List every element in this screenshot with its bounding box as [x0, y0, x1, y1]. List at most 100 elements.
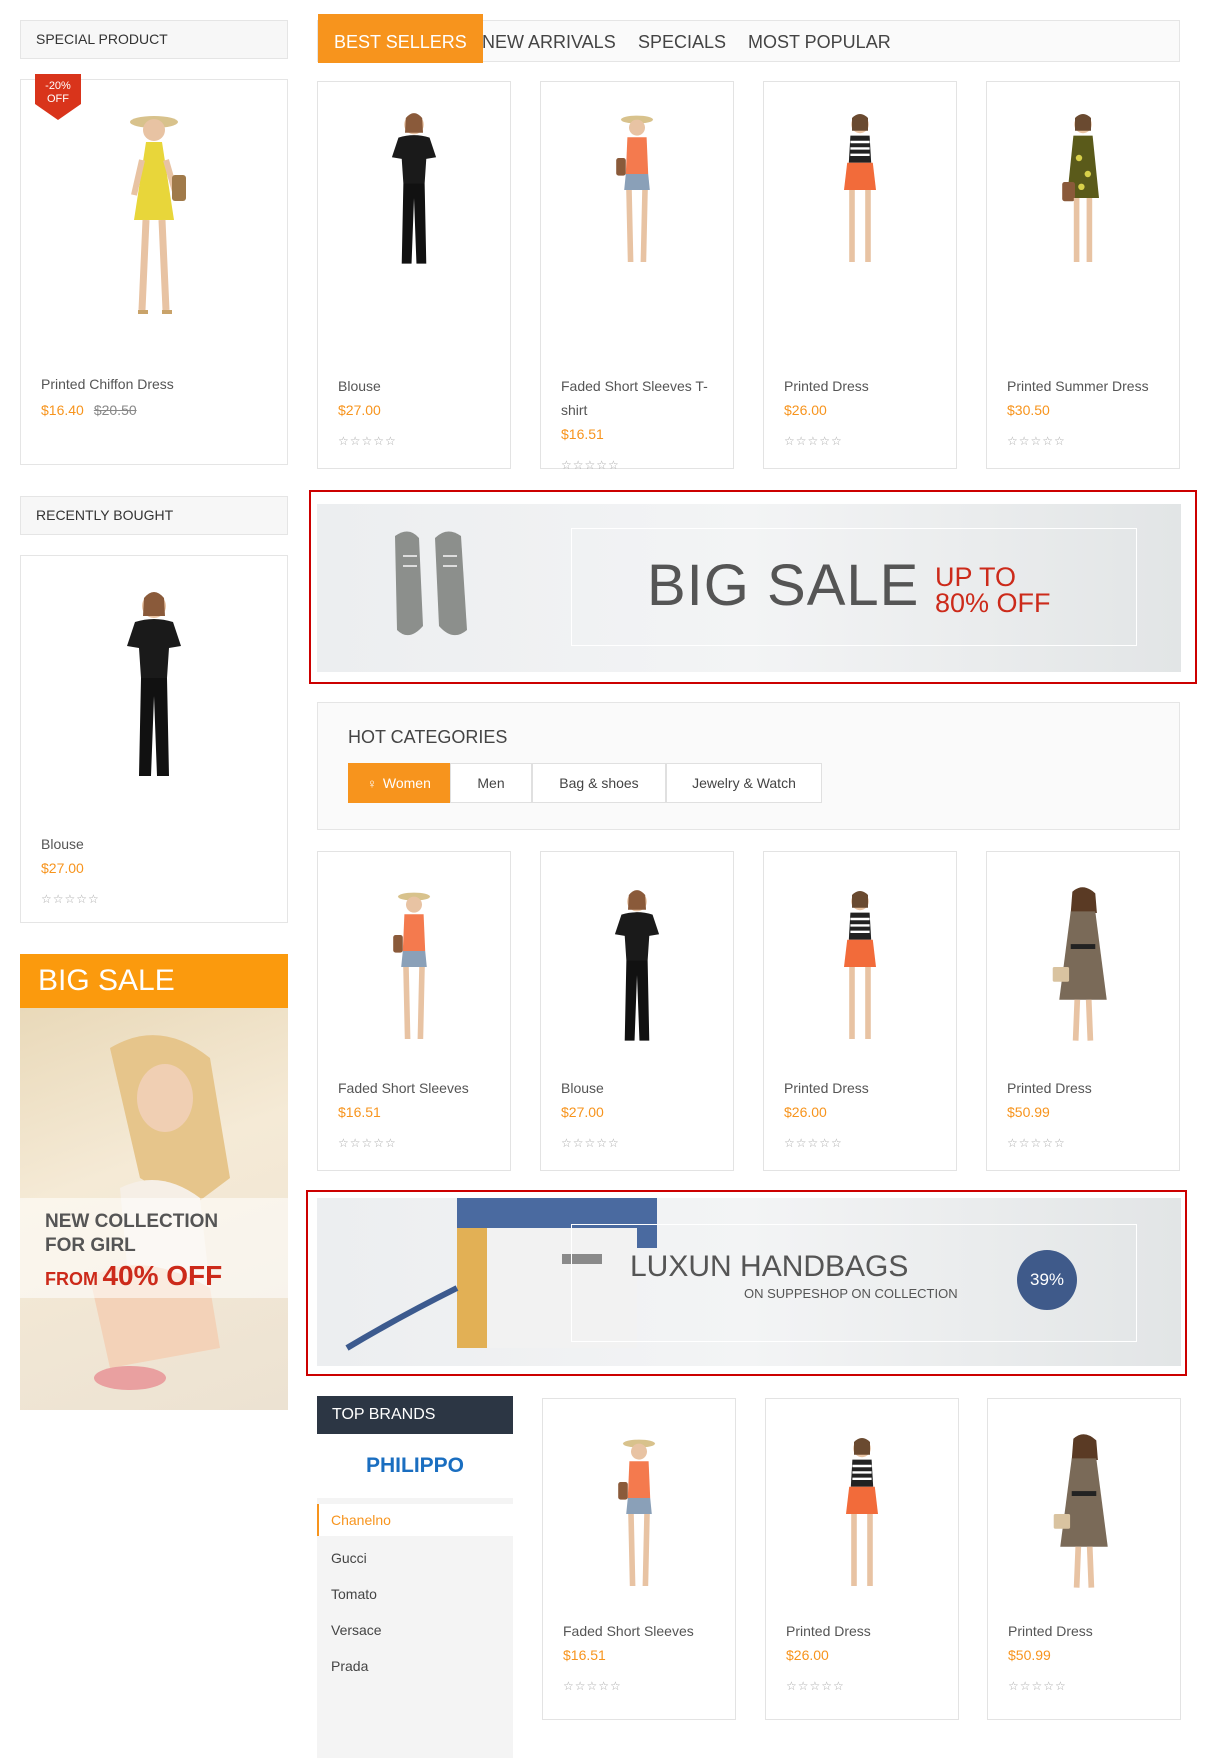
- product-card[interactable]: Faded Short Sleeves T-shirt $16.51 ☆☆☆☆☆: [540, 81, 734, 472]
- caption-line2: FOR GIRL: [45, 1235, 136, 1256]
- product-image[interactable]: [1043, 100, 1123, 285]
- caption-from: FROM: [45, 1269, 98, 1289]
- rating-stars: ☆☆☆☆☆: [786, 1679, 845, 1693]
- product-name[interactable]: Printed Dress: [784, 1076, 869, 1100]
- product-image[interactable]: [820, 100, 900, 285]
- product-name[interactable]: Printed Dress: [784, 374, 869, 398]
- product-card[interactable]: Faded Short Sleeves $16.51 ☆☆☆☆☆: [542, 1398, 736, 1720]
- category-women-label: Women: [382, 775, 431, 791]
- product-card[interactable]: Printed Dress $26.00 ☆☆☆☆☆: [763, 851, 957, 1171]
- product-name[interactable]: Printed Summer Dress: [1007, 374, 1149, 398]
- product-price: $30.50: [1007, 402, 1050, 418]
- top-brands-list: PHILIPPO Chanelno Gucci Tomato Versace P…: [317, 1434, 513, 1758]
- product-card[interactable]: Printed Dress $26.00 ☆☆☆☆☆: [763, 81, 957, 469]
- rating-stars: ☆☆☆☆☆: [338, 1136, 397, 1150]
- product-image[interactable]: [820, 882, 900, 1057]
- brand-item[interactable]: Versace: [331, 1622, 382, 1638]
- brand-item-label: Chanelno: [331, 1512, 391, 1528]
- rating-stars: ☆☆☆☆☆: [784, 1136, 843, 1150]
- recently-bought-card[interactable]: Blouse $27.00 ☆☆☆☆☆: [20, 555, 288, 923]
- product-image[interactable]: [99, 586, 209, 791]
- category-jewelry-watch[interactable]: Jewelry & Watch: [666, 763, 822, 803]
- dress-icon: ♀: [367, 776, 377, 791]
- brand-item-active[interactable]: Chanelno: [317, 1504, 513, 1536]
- tab-most-popular[interactable]: MOST POPULAR: [748, 21, 891, 63]
- banner-discount-line2: 80% OFF: [935, 588, 1051, 618]
- rating-stars: ☆☆☆☆☆: [1007, 434, 1066, 448]
- big-sale-banner[interactable]: NEW COLLECTION FOR GIRL FROM 40% OFF: [20, 1008, 288, 1410]
- tab-specials[interactable]: SPECIALS: [638, 21, 726, 63]
- category-men[interactable]: Men: [450, 763, 532, 803]
- product-card[interactable]: Blouse $27.00 ☆☆☆☆☆: [317, 81, 511, 469]
- product-price: $16.51: [561, 426, 604, 442]
- category-bag-shoes[interactable]: Bag & shoes: [532, 763, 666, 803]
- rating-stars: ☆☆☆☆☆: [1008, 1679, 1067, 1693]
- brand-item[interactable]: Gucci: [331, 1550, 367, 1566]
- product-price: $16.40 $20.50: [41, 402, 137, 418]
- product-image[interactable]: [94, 100, 214, 335]
- product-name[interactable]: Blouse: [41, 832, 84, 856]
- product-name[interactable]: Faded Short Sleeves T-shirt: [561, 374, 721, 422]
- discount-badge: -20% OFF: [35, 74, 81, 120]
- product-card[interactable]: Printed Dress $50.99 ☆☆☆☆☆: [986, 851, 1180, 1171]
- product-price: $16.51: [563, 1647, 606, 1663]
- product-image[interactable]: [1038, 882, 1128, 1057]
- product-image[interactable]: [1039, 1429, 1129, 1604]
- product-name[interactable]: Printed Dress: [1008, 1619, 1093, 1643]
- product-name[interactable]: Blouse: [338, 374, 381, 398]
- category-women[interactable]: ♀ Women: [348, 763, 450, 803]
- product-image[interactable]: [369, 100, 459, 285]
- big-sale-heading: BIG SALE: [20, 954, 288, 1008]
- product-tabs: BEST SELLERS NEW ARRIVALS SPECIALS MOST …: [317, 14, 1180, 63]
- hot-categories: HOT CATEGORIES ♀ Women Men Bag & shoes Je…: [317, 702, 1180, 830]
- tab-new-arrivals[interactable]: NEW ARRIVALS: [482, 21, 616, 63]
- product-name[interactable]: Faded Short Sleeves: [563, 1619, 694, 1643]
- product-price: $50.99: [1007, 1104, 1050, 1120]
- recently-bought-title: RECENTLY BOUGHT: [20, 496, 288, 535]
- banner-discount: UP TO 80% OFF: [935, 562, 1051, 618]
- handbags-banner[interactable]: LUXUN HANDBAGS ON SUPPESHOP ON COLLECTIO…: [317, 1198, 1181, 1366]
- product-card[interactable]: Printed Dress $50.99 ☆☆☆☆☆: [987, 1398, 1181, 1720]
- product-price: $16.51: [338, 1104, 381, 1120]
- product-name[interactable]: Printed Dress: [1007, 1076, 1092, 1100]
- product-image[interactable]: [374, 882, 454, 1057]
- tab-best-sellers[interactable]: BEST SELLERS: [318, 14, 483, 63]
- big-sale-banner-main[interactable]: BIG SALE UP TO 80% OFF: [317, 504, 1181, 672]
- special-product-title: SPECIAL PRODUCT: [20, 20, 288, 59]
- product-image[interactable]: [599, 1429, 679, 1604]
- product-name[interactable]: Blouse: [561, 1076, 604, 1100]
- brand-item[interactable]: Tomato: [331, 1586, 377, 1602]
- product-card[interactable]: Blouse $27.00 ☆☆☆☆☆: [540, 851, 734, 1171]
- product-price: $26.00: [786, 1647, 829, 1663]
- brand-logo[interactable]: PHILIPPO: [317, 1434, 513, 1498]
- discount-circle: 39%: [1017, 1250, 1077, 1310]
- brand-item[interactable]: Prada: [331, 1658, 368, 1674]
- product-image[interactable]: [822, 1429, 902, 1604]
- banner-subtitle: ON SUPPESHOP ON COLLECTION: [744, 1286, 958, 1301]
- product-price: $27.00: [561, 1104, 604, 1120]
- rating-stars: ☆☆☆☆☆: [41, 892, 100, 906]
- rating-stars: ☆☆☆☆☆: [784, 434, 843, 448]
- caption-percent: 40% OFF: [102, 1260, 223, 1291]
- hot-categories-title: HOT CATEGORIES: [348, 727, 508, 747]
- banner-discount-line1: UP TO: [935, 562, 1017, 592]
- product-card[interactable]: Faded Short Sleeves $16.51 ☆☆☆☆☆: [317, 851, 511, 1171]
- product-image[interactable]: [597, 100, 677, 285]
- caption-line1: NEW COLLECTION: [45, 1211, 219, 1232]
- product-price: $26.00: [784, 1104, 827, 1120]
- product-price: $50.99: [1008, 1647, 1051, 1663]
- special-product-card[interactable]: -20% OFF Printed Chiffon Dress $16.40 $20…: [20, 74, 288, 465]
- old-price: $20.50: [93, 402, 137, 418]
- product-name[interactable]: Faded Short Sleeves: [338, 1076, 469, 1100]
- product-image[interactable]: [592, 882, 682, 1057]
- product-card[interactable]: Printed Dress $26.00 ☆☆☆☆☆: [765, 1398, 959, 1720]
- top-brands-title: TOP BRANDS: [317, 1396, 513, 1434]
- product-card[interactable]: Printed Summer Dress $30.50 ☆☆☆☆☆: [986, 81, 1180, 469]
- big-sale-caption: NEW COLLECTION FOR GIRL FROM 40% OFF: [20, 1198, 288, 1298]
- product-name[interactable]: Printed Chiffon Dress: [41, 372, 174, 396]
- product-price: $27.00: [41, 860, 84, 876]
- badge-off: OFF: [47, 93, 69, 105]
- product-price: $27.00: [338, 402, 381, 418]
- banner-headline: BIG SALE: [647, 553, 920, 618]
- product-name[interactable]: Printed Dress: [786, 1619, 871, 1643]
